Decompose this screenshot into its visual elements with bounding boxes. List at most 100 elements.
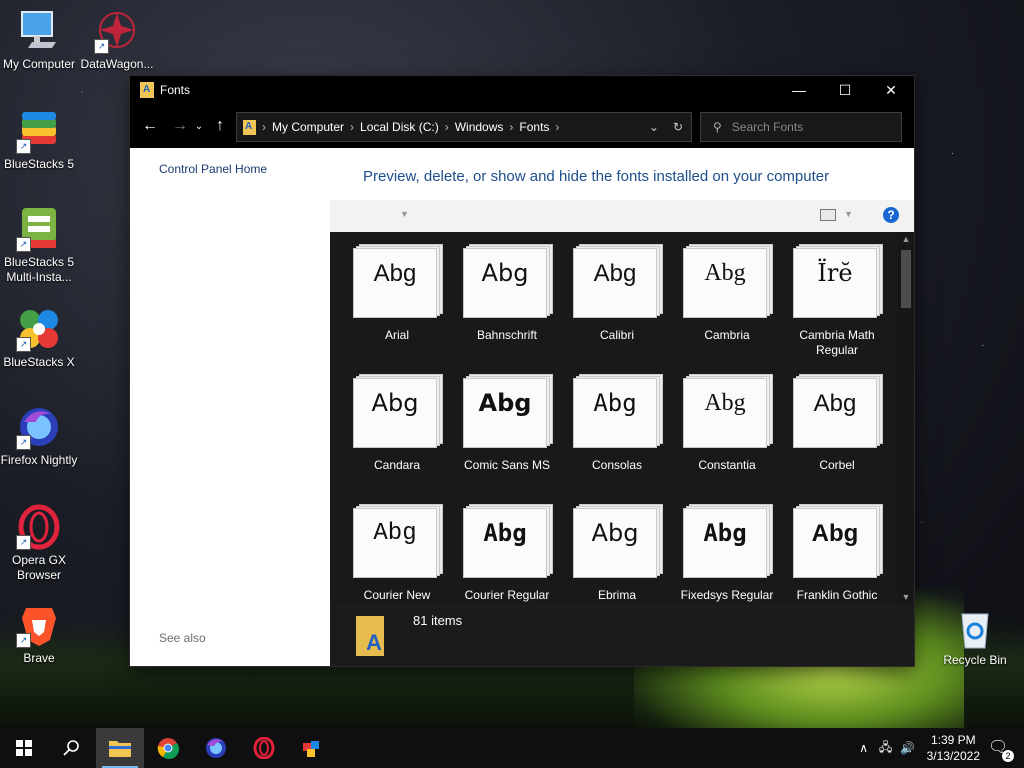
font-tile[interactable]: Abg Courier New bbox=[345, 504, 449, 603]
font-file-icon: Ïrĕ bbox=[793, 244, 883, 318]
maximize-button[interactable]: ☐ bbox=[822, 76, 868, 104]
breadcrumb-windows[interactable]: Windows bbox=[455, 120, 504, 134]
font-tile[interactable]: Abg Cambria bbox=[675, 244, 779, 343]
refresh-icon[interactable]: ↻ bbox=[673, 120, 683, 134]
desktop-icon-my-computer[interactable]: My Computer bbox=[0, 8, 78, 72]
details-pane: A 81 items bbox=[330, 604, 914, 666]
shortcut-arrow-icon: ↗ bbox=[16, 435, 31, 450]
font-tile[interactable]: Abg Courier Regular bbox=[455, 504, 559, 603]
font-tile[interactable]: Abg Comic Sans MS bbox=[455, 374, 559, 473]
desktop-icon-datawagon[interactable]: ↗ DataWagon... bbox=[78, 8, 156, 72]
scrollbar-thumb[interactable] bbox=[901, 250, 911, 308]
datawagon-icon: ↗ bbox=[94, 8, 140, 54]
bluestacks-icon: ↗ bbox=[16, 108, 62, 154]
vertical-scrollbar[interactable]: ▲ ▼ bbox=[898, 232, 914, 604]
shortcut-arrow-icon: ↗ bbox=[16, 633, 31, 648]
recycle-bin-icon bbox=[952, 604, 998, 650]
address-dropdown-chevron-icon[interactable]: ⌄ bbox=[649, 120, 659, 134]
font-tile[interactable]: Abg Constantia bbox=[675, 374, 779, 473]
font-tile[interactable]: Abg Arial bbox=[345, 244, 449, 343]
breadcrumb[interactable]: A › My Computer › Local Disk (C:) › Wind… bbox=[236, 112, 692, 142]
font-sample: Abg bbox=[371, 389, 419, 417]
font-name: Bahnschrift bbox=[476, 328, 538, 342]
breadcrumb-local-disk[interactable]: Local Disk (C:) bbox=[360, 120, 439, 134]
font-tile[interactable]: Abg Fixedsys Regular bbox=[675, 504, 779, 603]
chrome-icon[interactable] bbox=[144, 728, 192, 768]
font-file-icon: Abg bbox=[683, 504, 773, 578]
desktop-icon-label: Brave bbox=[23, 651, 55, 665]
fonts-window: A Fonts — ☐ ✕ ← → ⌄ ↑ A › My Computer › … bbox=[130, 76, 914, 666]
font-tile[interactable]: Ïrĕ Cambria Math Regular bbox=[785, 244, 889, 358]
opera-icon[interactable] bbox=[240, 728, 288, 768]
forward-arrow-icon[interactable]: → bbox=[168, 117, 192, 135]
minimize-button[interactable]: — bbox=[776, 76, 822, 104]
breadcrumb-separator-icon: › bbox=[262, 120, 266, 134]
help-icon[interactable]: ? bbox=[883, 207, 899, 223]
font-file-icon: Abg bbox=[463, 504, 553, 578]
fonts-location-icon: A bbox=[243, 119, 256, 135]
font-tile[interactable]: Abg Candara bbox=[345, 374, 449, 473]
desktop-icon-firefox-nightly[interactable]: ↗ Firefox Nightly bbox=[0, 404, 78, 468]
font-name: Arial bbox=[384, 328, 409, 342]
breadcrumb-my-computer[interactable]: My Computer bbox=[272, 120, 344, 134]
font-tile[interactable]: Abg Calibri bbox=[565, 244, 669, 343]
desktop-icon-bluestacks5[interactable]: ↗ BlueStacks 5 bbox=[0, 108, 78, 172]
firefox-icon[interactable] bbox=[192, 728, 240, 768]
font-name: Calibri bbox=[599, 328, 634, 342]
scroll-up-arrow-icon[interactable]: ▲ bbox=[898, 234, 914, 244]
volume-icon[interactable]: 🔊 bbox=[897, 741, 919, 755]
search-input[interactable]: ⚲ Search Fonts bbox=[700, 112, 902, 142]
breadcrumb-fonts[interactable]: Fonts bbox=[519, 120, 549, 134]
clock-date: 3/13/2022 bbox=[926, 749, 980, 763]
window-title: Fonts bbox=[160, 83, 191, 97]
desktop-icon-opera-gx[interactable]: ↗ Opera GX Browser bbox=[0, 504, 78, 583]
bluestacks-icon[interactable] bbox=[288, 728, 336, 768]
desktop-icon-label: Opera GX Browser bbox=[11, 553, 67, 582]
breadcrumb-separator-icon: › bbox=[509, 120, 514, 134]
font-sample: Abg bbox=[483, 519, 527, 547]
desktop-icon-brave[interactable]: ↗ Brave bbox=[0, 602, 78, 666]
desktop-icon-recycle-bin[interactable]: Recycle Bin bbox=[936, 604, 1014, 668]
clock[interactable]: 1:39 PM 3/13/2022 bbox=[927, 732, 980, 764]
font-tile[interactable]: Abg Ebrima bbox=[565, 504, 669, 603]
fonts-folder-icon: A bbox=[140, 82, 154, 98]
page-heading: Preview, delete, or show and hide the fo… bbox=[363, 168, 830, 185]
font-name: Franklin Gothic bbox=[796, 588, 878, 602]
recent-locations-chevron-icon[interactable]: ⌄ bbox=[192, 121, 206, 132]
show-hidden-icons-chevron-icon[interactable]: ∧ bbox=[853, 741, 875, 755]
font-sample: Abg bbox=[373, 260, 417, 287]
organize-chevron-icon[interactable]: ▼ bbox=[400, 209, 409, 219]
font-tile[interactable]: Abg Franklin Gothic bbox=[785, 504, 889, 603]
network-icon[interactable]: 🖧 bbox=[875, 738, 897, 759]
notification-badge: 2 bbox=[1002, 750, 1014, 762]
search-icon[interactable] bbox=[48, 728, 96, 768]
close-button[interactable]: ✕ bbox=[868, 76, 914, 104]
back-arrow-icon[interactable]: ← bbox=[138, 117, 162, 135]
desktop-icon-bluestacks5-multi[interactable]: ↗ BlueStacks 5 Multi-Insta... bbox=[0, 206, 78, 285]
up-arrow-icon[interactable]: ↑ bbox=[208, 117, 232, 135]
search-icon: ⚲ bbox=[713, 120, 722, 134]
font-sample: Abg bbox=[813, 390, 857, 417]
scroll-down-arrow-icon[interactable]: ▼ bbox=[898, 592, 914, 602]
font-tile[interactable]: Abg Corbel bbox=[785, 374, 889, 473]
font-file-icon: Abg bbox=[353, 374, 443, 448]
start-icon[interactable] bbox=[0, 728, 48, 768]
font-tile[interactable]: Abg Consolas bbox=[565, 374, 669, 473]
computer-icon bbox=[16, 8, 62, 54]
shortcut-arrow-icon: ↗ bbox=[16, 535, 31, 550]
desktop-icon-bluestacks-x[interactable]: ↗ BlueStacks X bbox=[0, 306, 78, 370]
notification-center-icon[interactable]: 🗨 2 bbox=[988, 737, 1014, 762]
font-tile[interactable]: Abg Bahnschrift bbox=[455, 244, 559, 343]
breadcrumb-separator-icon: › bbox=[444, 120, 449, 134]
desktop-icon-label: BlueStacks 5 Multi-Insta... bbox=[3, 255, 75, 284]
desktop-icon-label: Firefox Nightly bbox=[0, 453, 78, 467]
view-dropdown-chevron-icon[interactable]: ▼ bbox=[844, 209, 853, 219]
view-options-icon[interactable] bbox=[820, 209, 836, 221]
title-bar[interactable]: A Fonts — ☐ ✕ bbox=[130, 76, 914, 104]
font-sample: Ïrĕ bbox=[817, 259, 853, 287]
font-name: Cambria bbox=[704, 328, 750, 342]
control-panel-home-link[interactable]: Control Panel Home bbox=[159, 162, 267, 176]
font-name: Consolas bbox=[591, 458, 643, 472]
bluestacks-multi-icon: ↗ bbox=[16, 206, 62, 252]
file-explorer-icon[interactable] bbox=[96, 728, 144, 768]
